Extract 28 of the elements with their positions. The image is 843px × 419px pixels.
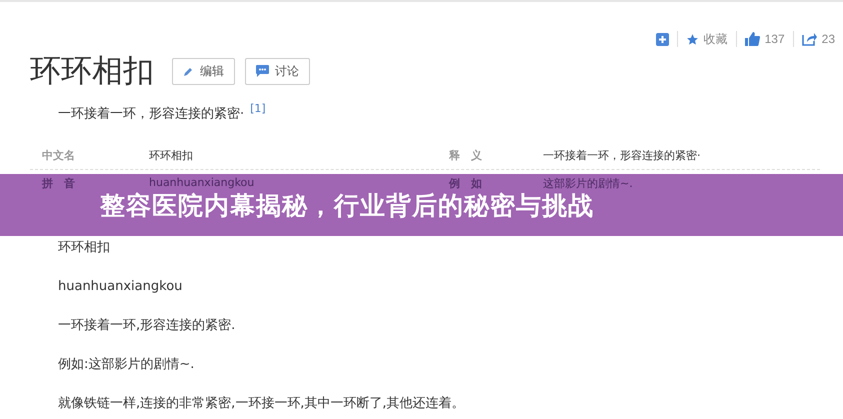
field-label: 释 义 xyxy=(449,148,483,164)
body-paragraph: 就像铁链一样,连接的非常紧密,一环接一环,其中一环断了,其他还连着。 xyxy=(58,395,466,412)
share-button[interactable]: 23 xyxy=(792,31,843,47)
body-paragraph: 环环相扣 xyxy=(58,239,111,256)
field-label: 例 如 xyxy=(449,176,483,192)
pencil-icon xyxy=(183,66,194,76)
field-label: 中文名 xyxy=(42,148,76,164)
field-label: 拼 音 xyxy=(42,176,76,192)
plus-icon xyxy=(656,32,669,46)
thumbs-up-icon xyxy=(744,32,760,46)
summary-text: 一环接着一环，形容连接的紧密· $^{[1]}$ xyxy=(58,102,267,122)
chat-icon xyxy=(256,65,269,77)
footnote-link[interactable]: [1] xyxy=(250,102,266,115)
field-value: huanhuanxiangkou xyxy=(149,176,256,192)
body-paragraph: 一环接着一环,形容连接的紧密. xyxy=(58,317,236,334)
favorite-button[interactable]: 收藏 xyxy=(676,31,736,47)
edit-button[interactable]: 编辑 xyxy=(172,58,235,84)
like-button[interactable]: 137 xyxy=(736,31,793,47)
field-value: 环环相扣 xyxy=(149,148,194,164)
field-value: 这部影片的剧情~. xyxy=(543,176,634,192)
banner-title: 整容医院内幕揭秘，行业背后的秘密与挑战 xyxy=(100,191,594,221)
body-paragraph: huanhuanxiangkou xyxy=(58,278,184,296)
body-paragraph: 例如:这部影片的剧情~. xyxy=(58,356,196,374)
discuss-button[interactable]: 讨论 xyxy=(245,58,310,84)
share-icon xyxy=(802,32,817,46)
star-icon xyxy=(686,32,699,46)
field-value: 一环接着一环，形容连接的紧密· xyxy=(543,148,702,164)
page-title: 环环相扣 xyxy=(30,52,154,91)
